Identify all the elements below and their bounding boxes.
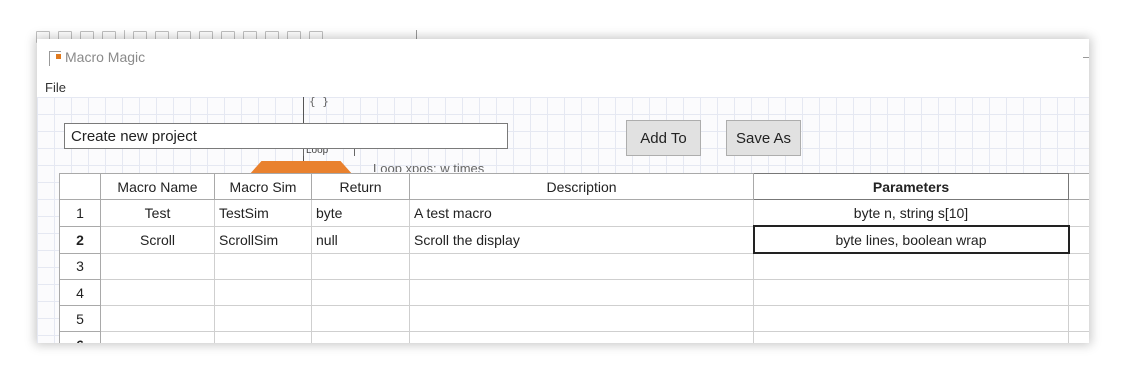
cell-filler [1068,279,1089,306]
table-row[interactable]: 1 Test TestSim byte A test macro byte n,… [59,199,1089,227]
column-header-description[interactable]: Description [409,173,754,200]
cell-macro-name[interactable] [100,279,215,306]
cell-filler [1068,305,1089,332]
cell-return[interactable] [311,331,410,343]
table-row[interactable]: 6 [59,331,1089,343]
minimize-icon[interactable] [1083,57,1089,58]
window-title: Macro Magic [65,49,146,65]
column-header-filler [1068,173,1089,200]
cell-parameters[interactable] [753,305,1069,332]
table-row[interactable]: 5 [59,305,1089,332]
cell-parameters[interactable] [753,331,1069,343]
column-header-return[interactable]: Return [311,173,410,200]
cell-macro-sim[interactable]: TestSim [214,199,312,227]
menu-bar: File [37,77,1089,97]
column-header-parameters[interactable]: Parameters [753,173,1069,200]
cell-filler [1068,252,1089,280]
column-header-macro-sim[interactable]: Macro Sim [214,173,312,200]
table-row[interactable]: 3 [59,252,1089,280]
row-number[interactable]: 3 [59,252,101,280]
row-number[interactable]: 2 [59,225,101,254]
cell-description[interactable] [409,331,754,343]
cell-description[interactable] [409,279,754,306]
row-number[interactable]: 5 [59,305,101,332]
cell-macro-name[interactable] [100,331,215,343]
table-row[interactable]: 4 [59,279,1089,306]
macro-grid: Macro Name Macro Sim Return Description … [59,173,1089,343]
cell-filler [1068,225,1089,254]
cell-macro-name[interactable] [100,252,215,280]
cell-parameters[interactable] [753,279,1069,306]
cell-macro-name[interactable] [100,305,215,332]
cell-return[interactable] [311,252,410,280]
cell-description[interactable] [409,305,754,332]
cell-macro-name[interactable]: Scroll [100,225,215,254]
cell-macro-sim[interactable]: ScrollSim [214,225,312,254]
cell-return[interactable] [311,279,410,306]
cell-description[interactable]: A test macro [409,199,754,227]
macro-magic-window: Macro Magic File { } Loop Loop xpos: w t… [37,39,1089,343]
cell-parameters-selected[interactable]: byte lines, boolean wrap [752,225,1070,254]
add-to-button[interactable]: Add To [626,120,701,156]
table-row[interactable]: 2 Scroll ScrollSim null Scroll the displ… [59,225,1089,254]
cell-macro-name[interactable]: Test [100,199,215,227]
row-number[interactable]: 6 [59,331,101,343]
cell-macro-sim[interactable] [214,305,312,332]
diagram-loop-text: Loop xpos: w times [373,161,485,172]
cell-return[interactable]: byte [311,199,410,227]
title-bar[interactable]: Macro Magic [37,39,1089,77]
cell-description[interactable]: Scroll the display [409,225,754,254]
diagram-brace: { } [309,95,329,108]
cell-return[interactable] [311,305,410,332]
app-icon [49,51,61,66]
grid-header-row: Macro Name Macro Sim Return Description … [59,173,1089,200]
cell-parameters[interactable]: byte n, string s[10] [753,199,1069,227]
row-number[interactable]: 1 [59,199,101,227]
row-number[interactable]: 4 [59,279,101,306]
row-header-corner[interactable] [59,173,101,200]
cell-filler [1068,331,1089,343]
cell-macro-sim[interactable] [214,279,312,306]
cell-parameters[interactable] [753,252,1069,280]
cell-filler [1068,199,1089,227]
cell-return[interactable]: null [311,225,410,254]
cell-macro-sim[interactable] [214,252,312,280]
cell-macro-sim[interactable] [214,331,312,343]
cell-description[interactable] [409,252,754,280]
project-name-input[interactable] [64,123,508,149]
menu-file[interactable]: File [45,80,66,95]
column-header-macro-name[interactable]: Macro Name [100,173,215,200]
save-as-button[interactable]: Save As [726,120,801,156]
